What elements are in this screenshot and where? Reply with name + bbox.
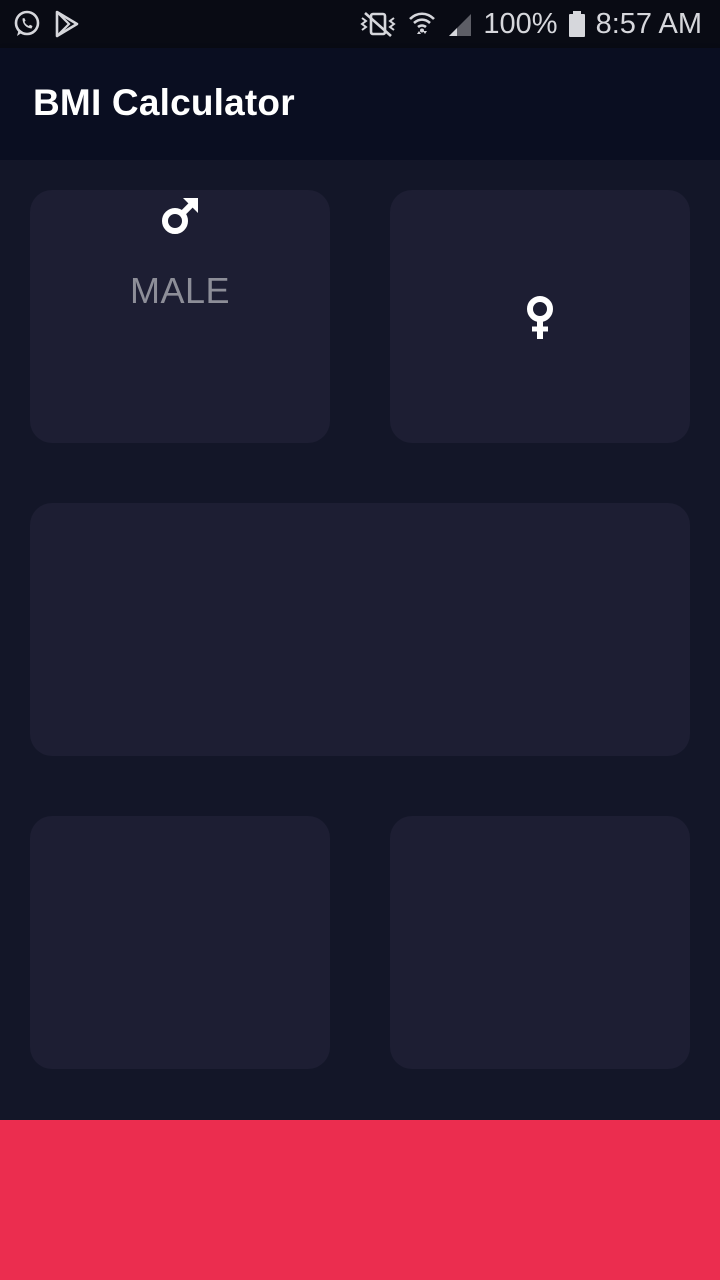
status-bar: 100% 8:57 AM [0,0,720,48]
weight-card [30,816,330,1069]
age-card [390,816,690,1069]
female-card[interactable] [390,190,690,443]
height-card [30,503,690,756]
whatsapp-icon [14,10,40,36]
page-title: BMI Calculator [33,82,295,123]
male-card[interactable]: MALE [30,190,330,443]
play-store-icon [55,10,79,38]
male-label: MALE [129,270,231,311]
signal-icon [449,14,472,36]
main-content: MALE [0,160,720,1120]
battery-icon [568,11,585,37]
status-bar-left [12,9,82,39]
wifi-icon [409,12,436,34]
calculate-button[interactable] [0,1120,720,1280]
vibrate-icon [360,12,397,37]
app-bar: BMI Calculator [0,48,720,160]
battery-percent: 100% [483,7,558,40]
male-symbol-icon [162,198,198,234]
female-symbol-icon [527,296,553,339]
status-bar-right: 100% 8:57 AM [359,0,702,48]
clock: 8:57 AM [595,7,702,40]
